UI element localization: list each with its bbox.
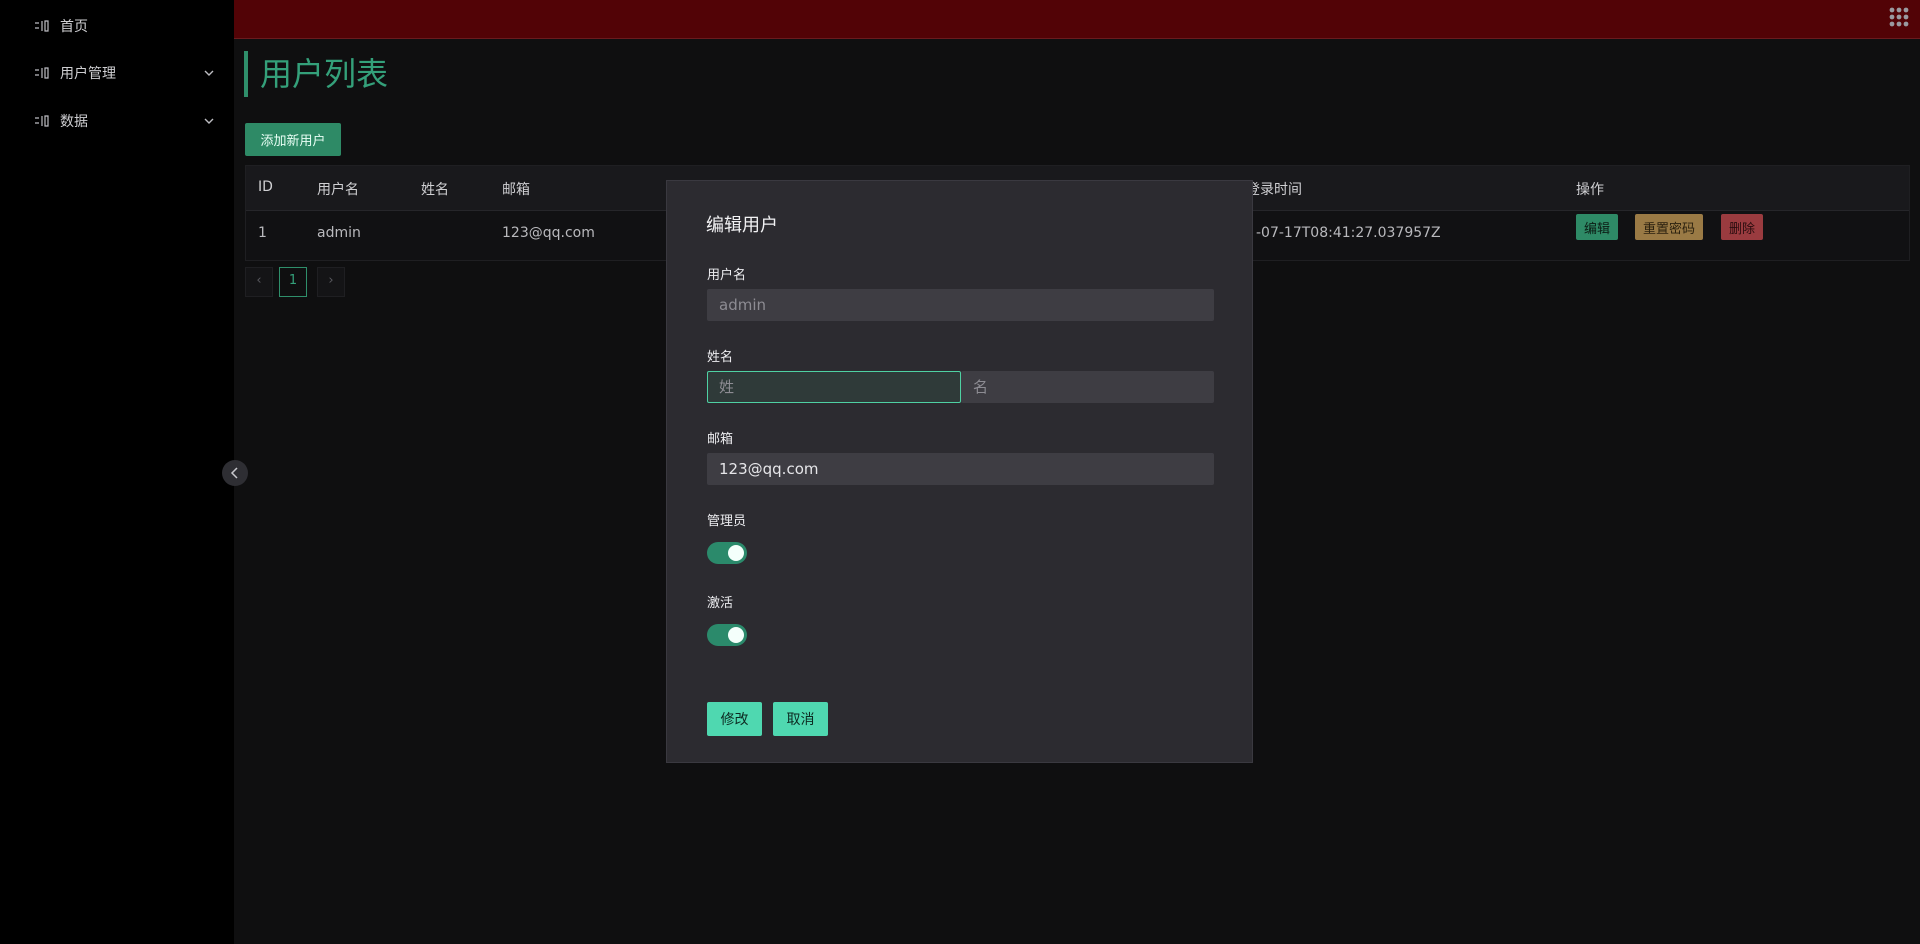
sidebar-item-label: 用户管理	[60, 66, 116, 82]
reset-password-button[interactable]: 重置密码	[1635, 214, 1704, 240]
active-label: 激活	[707, 596, 734, 611]
panel-icon	[35, 20, 49, 32]
cell-username: admin	[317, 225, 361, 241]
toggle-knob	[728, 627, 744, 643]
column-header-name: 姓名	[421, 182, 449, 198]
cell-id: 1	[258, 225, 267, 241]
chevron-down-icon	[204, 118, 214, 124]
panel-icon	[35, 67, 49, 79]
admin-label: 管理员	[707, 514, 747, 529]
add-user-button[interactable]: 添加新用户	[245, 123, 341, 156]
name-label: 姓名	[707, 350, 734, 365]
sidebar-item-label: 数据	[60, 114, 88, 130]
username-field	[707, 289, 1214, 321]
column-header-id: ID	[258, 179, 273, 195]
sidebar: 首页 用户管理 数据	[0, 0, 234, 944]
pagination-next[interactable]: ›	[317, 267, 345, 297]
last-name-field[interactable]	[707, 371, 961, 403]
cancel-button[interactable]: 取消	[773, 702, 828, 736]
delete-button[interactable]: 删除	[1721, 214, 1764, 240]
sidebar-collapse-button[interactable]	[222, 460, 248, 486]
panel-icon	[35, 115, 49, 127]
column-header-username: 用户名	[317, 182, 359, 198]
email-label: 邮箱	[707, 432, 734, 447]
submit-button[interactable]: 修改	[707, 702, 762, 736]
pagination-current-page[interactable]: 1	[279, 267, 307, 297]
sidebar-item-label: 首页	[60, 19, 88, 35]
column-header-login-time: 登录时间	[1246, 182, 1302, 198]
first-name-field[interactable]	[961, 371, 1214, 403]
dialog-title: 编辑用户	[706, 215, 778, 236]
edit-button[interactable]: 编辑	[1576, 214, 1619, 240]
active-toggle[interactable]	[707, 624, 747, 646]
page-title: 用户列表	[244, 51, 388, 97]
grid-icon[interactable]	[1888, 6, 1910, 28]
cell-login-time: -07-17T08:41:27.037957Z	[1256, 225, 1441, 241]
column-header-actions: 操作	[1576, 182, 1604, 198]
username-label: 用户名	[707, 268, 747, 283]
chevron-down-icon	[204, 70, 214, 76]
sidebar-item-user-management[interactable]: 用户管理	[0, 53, 234, 93]
toggle-knob	[728, 545, 744, 561]
sidebar-item-home[interactable]: 首页	[0, 6, 234, 46]
cell-email: 123@qq.com	[502, 225, 595, 241]
top-bar	[234, 0, 1920, 39]
pagination-prev[interactable]: ‹	[245, 267, 273, 297]
chevron-left-icon	[230, 467, 238, 479]
edit-user-dialog: 编辑用户 用户名 姓名 邮箱 管理员 激活 修改 取消	[666, 180, 1253, 763]
email-field[interactable]	[707, 453, 1214, 485]
column-header-email: 邮箱	[502, 182, 530, 198]
admin-toggle[interactable]	[707, 542, 747, 564]
sidebar-item-data[interactable]: 数据	[0, 101, 234, 141]
